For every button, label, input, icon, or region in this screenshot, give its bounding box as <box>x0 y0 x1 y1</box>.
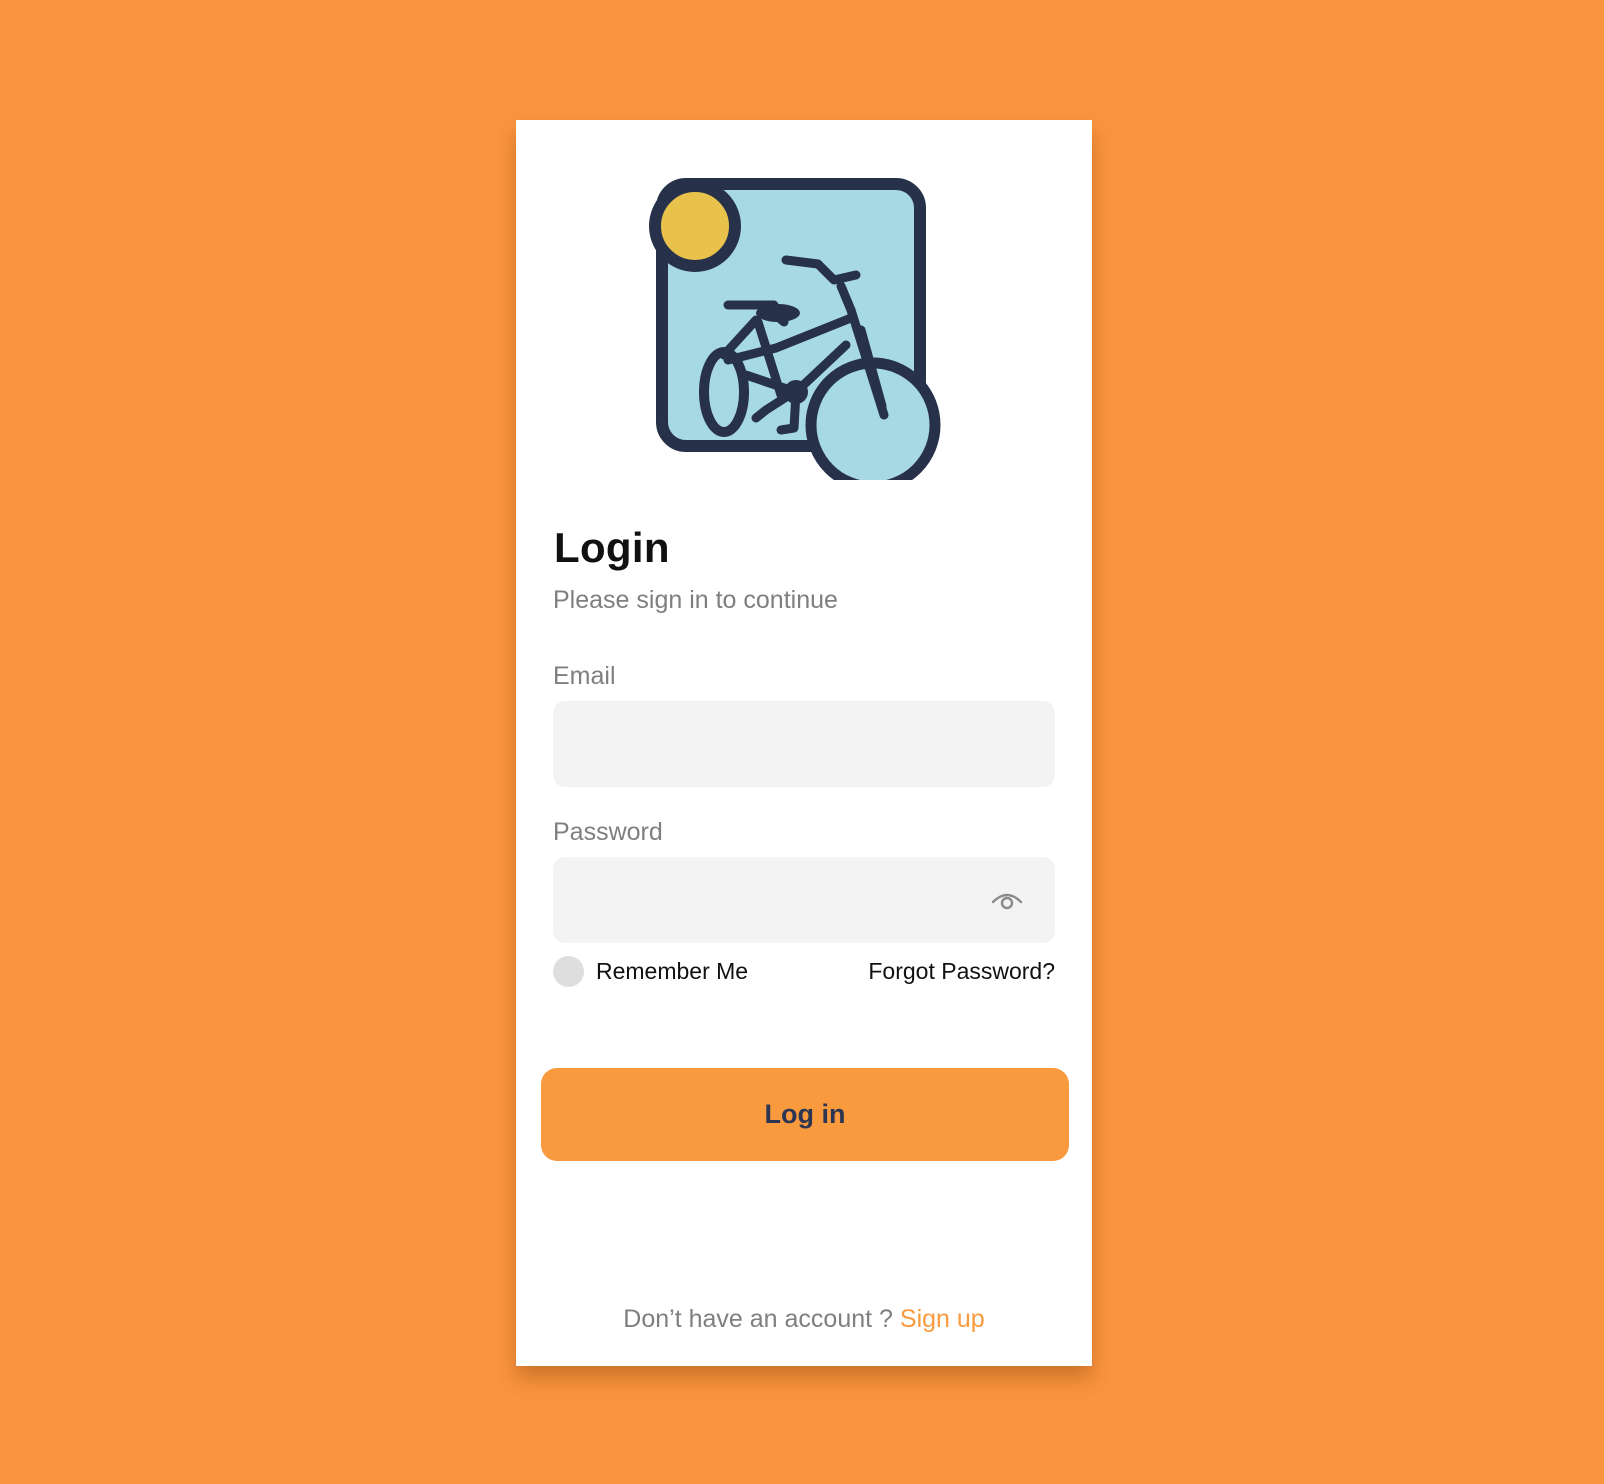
remember-me-checkbox[interactable] <box>553 956 584 987</box>
signup-link[interactable]: Sign up <box>900 1305 985 1333</box>
signup-prompt: Don’t have an account ? Sign up <box>516 1305 1092 1334</box>
page-subtitle: Please sign in to continue <box>553 586 838 614</box>
login-button[interactable]: Log in <box>541 1068 1069 1161</box>
email-label: Email <box>553 662 616 690</box>
remember-me-toggle[interactable]: Remember Me <box>553 956 748 987</box>
eye-icon[interactable] <box>990 886 1024 912</box>
remember-me-label: Remember Me <box>596 958 749 984</box>
password-label: Password <box>553 818 663 846</box>
login-card: Login Please sign in to continue Email P… <box>516 120 1092 1366</box>
signup-prompt-text: Don’t have an account ? <box>623 1305 893 1333</box>
email-field[interactable] <box>553 701 1055 787</box>
password-field[interactable] <box>553 857 1055 943</box>
page-title: Login <box>554 524 670 571</box>
bicycle-logo-icon <box>649 178 941 480</box>
forgot-password-link[interactable]: Forgot Password? <box>868 958 1055 985</box>
